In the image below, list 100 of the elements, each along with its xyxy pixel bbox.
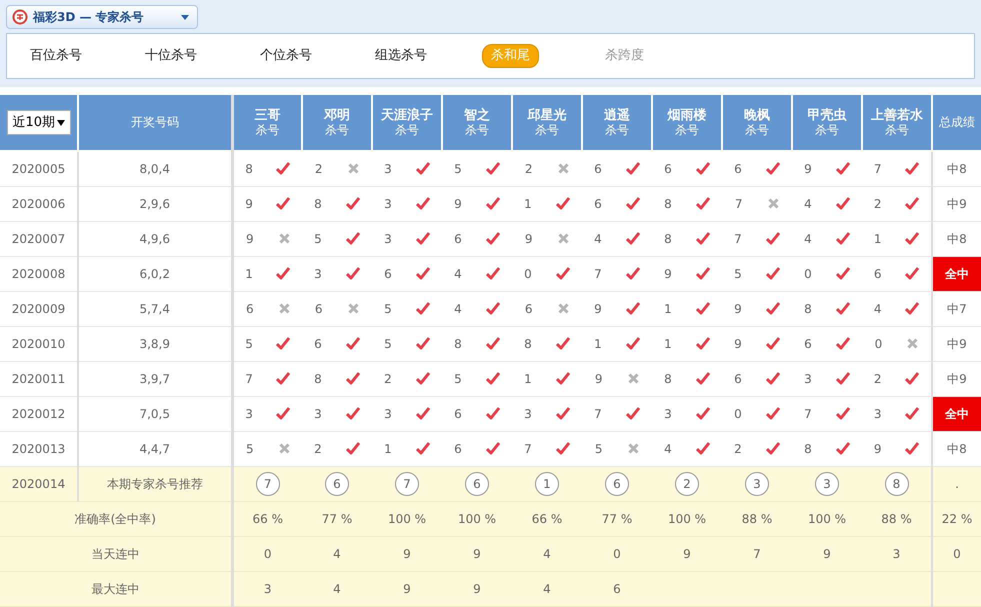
- pick-ball: 3: [815, 472, 839, 496]
- pick-number: 1: [874, 230, 882, 248]
- pick-number: 7: [594, 406, 602, 422]
- pick-number: 8: [804, 440, 812, 458]
- logo-icon: [12, 9, 28, 25]
- pick-number: 5: [734, 266, 742, 282]
- pick-number: 6: [454, 440, 462, 458]
- row-label: 准确率(全中率): [74, 512, 156, 526]
- pick-number: 1: [384, 440, 392, 458]
- draw-numbers: 4,4,7: [139, 442, 170, 456]
- pick-number: 6: [594, 196, 602, 212]
- stat-value: 100 %: [388, 512, 426, 526]
- pick-number: 3: [314, 266, 322, 282]
- stat-value: 9: [473, 546, 481, 560]
- pick-number: 6: [734, 160, 742, 178]
- stat-value: 9: [473, 582, 481, 596]
- pick-number: 3: [384, 230, 392, 248]
- pick-number: 8: [664, 370, 672, 388]
- pick-number: 3: [384, 406, 392, 422]
- pick-number: 9: [524, 230, 532, 248]
- pick-number: 9: [246, 230, 254, 248]
- pick-number: 8: [664, 196, 672, 212]
- pick-number: 6: [454, 406, 462, 422]
- period-number: 2020009: [12, 302, 66, 316]
- column-header: 开奖号码: [130, 115, 179, 129]
- pick-number: 8: [314, 370, 322, 388]
- pick-number: 3: [524, 406, 532, 422]
- pick-number: 3: [314, 406, 322, 422]
- stat-value: 9: [683, 546, 691, 560]
- draw-numbers: 8,0,4: [139, 162, 170, 176]
- pick-number: 6: [664, 160, 672, 178]
- pick-number: 9: [454, 196, 462, 212]
- pick-number: 3: [664, 406, 672, 422]
- draw-numbers: 7,0,5: [139, 406, 170, 420]
- pick-number: 6: [454, 230, 462, 248]
- stat-value: 0: [264, 546, 272, 560]
- pick-number: 9: [804, 160, 812, 178]
- expert-header: 智之 杀号: [463, 108, 491, 138]
- pick-number: 5: [384, 300, 392, 318]
- draw-numbers: 3,8,9: [139, 336, 170, 350]
- pick-number: 3: [384, 160, 392, 178]
- tab[interactable]: 十位杀号: [137, 45, 205, 67]
- pick-number: 1: [664, 300, 672, 318]
- stat-value: 100 %: [668, 512, 706, 526]
- draw-numbers: 3,9,7: [139, 372, 170, 386]
- expert-header: 上善若水 杀号: [870, 108, 924, 138]
- expert-header: 邓明 杀号: [322, 108, 351, 138]
- draw-numbers: 5,7,4: [139, 302, 170, 316]
- tab[interactable]: 个位杀号: [252, 45, 320, 67]
- pick-number: 6: [734, 370, 742, 388]
- pick-number: 4: [594, 230, 602, 248]
- row-label: 本期专家杀号推荐: [106, 476, 203, 490]
- tab[interactable]: 组选杀号: [367, 45, 435, 67]
- pick-number: 9: [245, 196, 253, 212]
- pick-number: 6: [314, 336, 322, 352]
- period-number: 2020014: [12, 476, 66, 490]
- pick-number: 3: [804, 370, 812, 388]
- stat-value: 0: [613, 546, 621, 560]
- pick-number: 7: [524, 440, 532, 458]
- stat-value: 100 %: [808, 512, 846, 526]
- draw-numbers: 2,9,6: [139, 196, 170, 210]
- pick-number: 1: [524, 370, 532, 388]
- lottery-selector[interactable]: 福彩3D — 专家杀号: [6, 5, 198, 29]
- draw-numbers: 6,0,2: [139, 266, 170, 280]
- total-result: 全中: [932, 256, 981, 291]
- pick-number: 6: [314, 300, 322, 318]
- expert-header: 甲壳虫 杀号: [806, 108, 848, 138]
- pick-ball: 7: [395, 472, 419, 496]
- period-number: 2020005: [12, 162, 66, 176]
- pick-number: 2: [314, 160, 322, 178]
- pick-number: 0: [524, 266, 532, 282]
- stat-value: 88 %: [881, 512, 912, 526]
- pick-number: 6: [874, 266, 882, 282]
- pick-number: 6: [804, 336, 812, 352]
- draw-numbers: 4,9,6: [139, 232, 170, 246]
- pick-ball: 6: [325, 472, 349, 496]
- stat-value: 100 %: [458, 512, 496, 526]
- stat-value: 3: [892, 546, 900, 560]
- period-number: 2020006: [12, 196, 66, 210]
- pick-number: 9: [734, 300, 742, 318]
- caret-icon: [56, 120, 64, 126]
- pick-number: 9: [874, 440, 882, 458]
- pick-ball: 2: [675, 472, 699, 496]
- stat-value: 6: [613, 582, 621, 596]
- stat-value: 7: [753, 546, 761, 560]
- pick-number: 7: [874, 160, 882, 178]
- pick-number: 0: [734, 406, 742, 422]
- pick-number: 7: [594, 266, 602, 282]
- expert-header: 晚枫 杀号: [743, 108, 771, 138]
- stat-value: 77 %: [322, 512, 352, 526]
- pick-number: 9: [594, 370, 602, 388]
- period-select[interactable]: 近10期: [6, 110, 70, 135]
- pick-number: 5: [384, 336, 392, 352]
- stat-value: 3: [264, 582, 272, 596]
- tab[interactable]: 百位杀号: [22, 45, 90, 67]
- expert-header: 逍遥 杀号: [603, 108, 631, 138]
- pick-number: 3: [384, 196, 392, 212]
- pick-number: 0: [874, 336, 882, 352]
- period-number: 2020011: [12, 372, 66, 386]
- pick-number: 2: [874, 370, 882, 388]
